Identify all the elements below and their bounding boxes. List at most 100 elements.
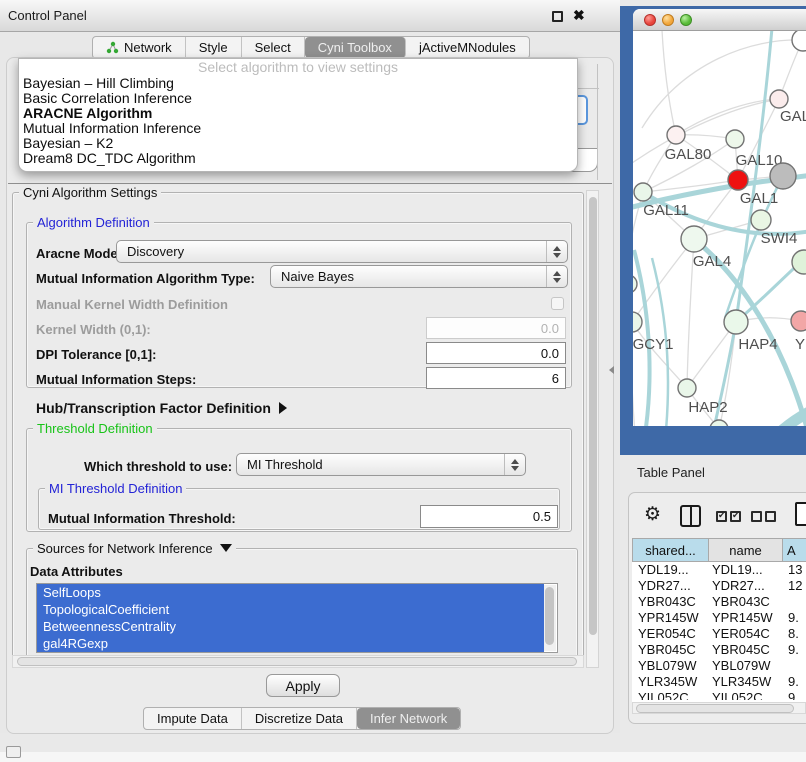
manual-kernel-width-checkbox[interactable] (551, 297, 564, 310)
tab-jactivemnodules[interactable]: jActiveMNodules (406, 37, 529, 58)
list-item[interactable]: SelfLoops (37, 584, 544, 601)
cyni-bottom-tabs: Impute Data Discretize Data Infer Networ… (143, 707, 461, 730)
split-columns-icon[interactable] (680, 505, 701, 527)
network-node[interactable] (751, 210, 771, 230)
table-row[interactable]: YDR27...YDR27...12 (632, 578, 806, 594)
mi-threshold-label: Mutual Information Threshold: (48, 511, 236, 526)
mi-threshold-input[interactable]: 0.5 (420, 505, 558, 528)
sources-group-title[interactable]: Sources for Network Inference (33, 541, 236, 556)
mi-algorithm-type-select[interactable]: Naive Bayes (270, 265, 568, 288)
tab-impute-data[interactable]: Impute Data (144, 708, 242, 729)
network-edge[interactable] (633, 322, 687, 388)
kernel-width-label: Kernel Width (0,1): (36, 322, 151, 337)
close-icon[interactable]: ✖ (573, 7, 585, 24)
mi-algorithm-type-value: Naive Bayes (281, 269, 354, 284)
select-all-checkboxes-icon[interactable] (716, 511, 741, 522)
table-row[interactable]: YPR145WYPR145W9. (632, 610, 806, 626)
table-panel-title: Table Panel (637, 465, 705, 480)
apply-button[interactable]: Apply (266, 674, 340, 697)
table-row[interactable]: YBR043CYBR043C (632, 594, 806, 610)
table-row[interactable]: YER054CYER054C8. (632, 626, 806, 642)
network-node-label: GAL11 (643, 202, 689, 219)
deselect-all-checkboxes-icon[interactable] (751, 511, 776, 522)
network-edge[interactable] (662, 31, 676, 135)
dropdown-option[interactable]: Dream8 DC_TDC Algorithm (19, 151, 577, 166)
minimize-traffic-light-icon[interactable] (662, 14, 674, 26)
node-table: shared... name A YDL19...YDL19...13 YDR2… (632, 538, 806, 702)
tab-select[interactable]: Select (242, 37, 305, 58)
settings-horizontal-scrollbar[interactable] (12, 655, 584, 668)
network-canvas[interactable]: GALGAL80GAL10GAL1GAL11SWI4GAL4GCY1HAP4YH… (633, 31, 806, 426)
which-threshold-select[interactable]: MI Threshold (236, 453, 526, 476)
network-node[interactable] (791, 311, 806, 331)
network-desktop: GALGAL80GAL10GAL1GAL11SWI4GAL4GCY1HAP4YH… (620, 6, 806, 455)
network-node[interactable] (633, 312, 642, 332)
group-title: Threshold Definition (33, 421, 157, 436)
attribute-list-scrollbar[interactable] (544, 585, 556, 651)
table-horizontal-scrollbar[interactable] (632, 702, 806, 714)
dropdown-option[interactable]: Mutual Information Inference (19, 121, 577, 136)
dropdown-option-aracne[interactable]: ARACNE Algorithm (19, 106, 577, 121)
dropdown-option[interactable]: Basic Correlation Inference (19, 91, 577, 106)
network-node-label: GAL (780, 108, 806, 125)
network-node[interactable] (678, 379, 696, 397)
network-node[interactable] (726, 130, 744, 148)
column-header-partial[interactable]: A (783, 539, 806, 561)
network-node[interactable] (728, 170, 748, 190)
dropdown-placeholder: Select algorithm to view settings (19, 59, 577, 76)
network-node[interactable] (792, 31, 806, 51)
kernel-width-input[interactable]: 0.0 (426, 317, 566, 339)
network-node[interactable] (770, 90, 788, 108)
list-item[interactable]: gal4RGexp (37, 635, 544, 652)
network-node-label: SWI4 (761, 230, 798, 247)
tab-infer-network[interactable]: Infer Network (357, 708, 460, 729)
tab-discretize-data[interactable]: Discretize Data (242, 708, 357, 729)
table-row[interactable]: YDL19...YDL19...13 (632, 562, 806, 578)
close-traffic-light-icon[interactable] (644, 14, 656, 26)
network-tab-icon (106, 41, 119, 54)
dpi-tolerance-input[interactable]: 0.0 (426, 342, 566, 364)
panel-title: Control Panel (8, 8, 87, 23)
tab-style[interactable]: Style (186, 37, 242, 58)
network-node[interactable] (633, 275, 637, 293)
data-attributes-list[interactable]: SelfLoops TopologicalCoefficient Between… (36, 583, 558, 653)
group-title: Cyni Algorithm Settings (19, 185, 161, 200)
zoom-traffic-light-icon[interactable] (680, 14, 692, 26)
document-icon[interactable] (795, 502, 806, 526)
column-header-name[interactable]: name (709, 539, 783, 561)
network-node[interactable] (770, 163, 796, 189)
network-node[interactable] (724, 310, 748, 334)
aracne-mode-select[interactable]: Discovery (116, 240, 568, 263)
minimized-panel-icon[interactable] (6, 746, 21, 758)
network-node[interactable] (792, 250, 806, 274)
spinner-arrows-icon (546, 266, 567, 287)
panel-splitter-arrow[interactable] (609, 366, 614, 374)
gear-icon[interactable]: ⚙ (644, 503, 661, 527)
float-panel-icon[interactable] (552, 11, 563, 22)
dropdown-option[interactable]: Bayesian – Hill Climbing (19, 76, 577, 91)
settings-vertical-scrollbar[interactable] (586, 190, 599, 668)
table-row[interactable]: YBL079WYBL079W (632, 658, 806, 674)
tab-network[interactable]: Network (93, 37, 186, 58)
network-node[interactable] (634, 183, 652, 201)
list-item[interactable]: BetweennessCentrality (37, 618, 544, 635)
network-node[interactable] (681, 226, 707, 252)
column-header-shared-name[interactable]: shared... (633, 539, 709, 561)
dropdown-option[interactable]: Bayesian – K2 (19, 136, 577, 151)
network-canvas-svg[interactable]: GALGAL80GAL10GAL1GAL11SWI4GAL4GCY1HAP4YH… (633, 31, 806, 426)
mi-steps-input[interactable]: 6 (426, 367, 566, 389)
tab-cyni-toolbox[interactable]: Cyni Toolbox (305, 37, 406, 58)
group-title: MI Threshold Definition (45, 481, 186, 496)
network-node-label: Y (795, 336, 805, 353)
table-row[interactable]: YIL052CYIL052C9 (632, 690, 806, 700)
network-node[interactable] (667, 126, 685, 144)
app-window: Control Panel ✖ Network Style Select Cyn… (0, 0, 806, 762)
data-attributes-label: Data Attributes (30, 564, 123, 579)
list-item[interactable]: TopologicalCoefficient (37, 601, 544, 618)
which-threshold-label: Which threshold to use: (84, 459, 232, 474)
network-window-titlebar[interactable] (633, 9, 806, 31)
table-row[interactable]: YBR045CYBR045C9. (632, 642, 806, 658)
dpi-tolerance-label: DPI Tolerance [0,1]: (36, 347, 156, 362)
table-row[interactable]: YLR345WYLR345W9. (632, 674, 806, 690)
hub-tf-definition-toggle[interactable]: Hub/Transcription Factor Definition (36, 400, 287, 416)
